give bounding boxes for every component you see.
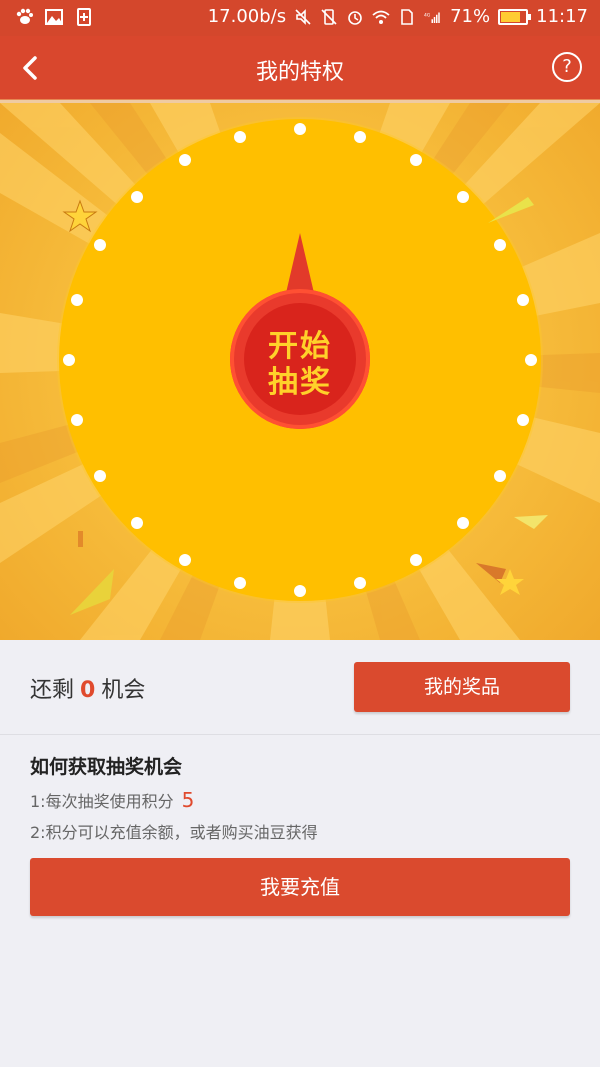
status-bar: 17.00b/s 4G 71% 11:17	[0, 0, 600, 36]
howto-section: 如何获取抽奖机会 1:每次抽奖使用积分 5 2:积分可以充值余额，或者购买油豆获得…	[0, 736, 600, 1067]
wheel-light	[63, 354, 75, 366]
wheel-light	[409, 554, 422, 567]
start-label-line2: 抽奖	[268, 365, 332, 400]
nav-bar: 我的特权 ?	[0, 36, 600, 100]
wifi-icon	[372, 10, 390, 24]
wheel-light	[93, 238, 106, 251]
recharge-button[interactable]: 我要充值	[30, 858, 570, 916]
remaining-count: 0	[80, 678, 96, 703]
confetti-icon	[514, 515, 548, 529]
mute-icon	[295, 8, 311, 25]
wheel-light	[525, 354, 537, 366]
start-lottery-button[interactable]: 开始 抽奖	[230, 289, 370, 429]
wheel-light	[494, 238, 507, 251]
wheel-light	[178, 554, 191, 567]
page-title: 我的特权	[255, 60, 344, 85]
chances-row: 还剩 0 机会 我的奖品	[0, 640, 600, 735]
lottery-panel: 开始 抽奖	[0, 103, 600, 640]
signal-icon: 4G	[424, 12, 440, 23]
svg-text:4G: 4G	[424, 12, 431, 18]
wheel-light	[494, 469, 507, 482]
wheel-light	[70, 413, 83, 426]
wheel-light	[234, 130, 247, 143]
wheel-light	[130, 517, 143, 530]
my-prizes-button[interactable]: 我的奖品	[354, 662, 570, 712]
vibrate-off-icon	[321, 8, 337, 25]
net-speed: 17.00b/s	[207, 6, 287, 27]
howto-line-1: 1:每次抽奖使用积分 5	[30, 788, 195, 812]
wheel-light	[130, 190, 143, 203]
paw-icon	[16, 8, 33, 24]
start-label-line1: 开始	[268, 329, 332, 364]
wheel-light	[517, 294, 530, 307]
wheel-light	[409, 153, 422, 166]
remaining-chances: 还剩 0 机会	[30, 672, 145, 704]
status-right: 17.00b/s 4G 71% 11:17	[208, 6, 588, 27]
battery-percent: 71%	[450, 6, 491, 27]
wheel-light	[234, 577, 247, 590]
image-icon	[45, 9, 63, 25]
wheel-light	[70, 294, 83, 307]
wheel-light	[294, 123, 306, 135]
clock: 11:17	[536, 6, 588, 27]
confetti-icon	[70, 569, 114, 615]
confetti-icon	[488, 197, 534, 223]
sim-icon	[401, 8, 413, 25]
alarm-icon	[348, 10, 362, 25]
wheel-light	[517, 413, 530, 426]
wheel-light	[294, 585, 306, 597]
howto-line-2: 2:积分可以充值余额，或者购买油豆获得	[30, 823, 318, 842]
star-icon	[62, 199, 98, 233]
wheel-light	[93, 469, 106, 482]
sim-plus-icon	[77, 8, 91, 26]
wheel-light	[353, 130, 366, 143]
points-cost: 5	[181, 788, 195, 812]
confetti-icon	[78, 531, 83, 547]
wheel-light	[353, 577, 366, 590]
wheel-light	[457, 190, 470, 203]
remaining-prefix: 还剩	[30, 678, 75, 703]
howto-title: 如何获取抽奖机会	[30, 756, 183, 778]
help-icon[interactable]: ?	[552, 52, 582, 82]
wheel-pointer	[286, 233, 314, 293]
wheel-light	[457, 517, 470, 530]
remaining-suffix: 机会	[101, 678, 146, 703]
star-icon	[476, 563, 524, 595]
wheel-light	[178, 153, 191, 166]
battery-icon	[498, 8, 532, 25]
status-left-icons	[14, 7, 94, 27]
